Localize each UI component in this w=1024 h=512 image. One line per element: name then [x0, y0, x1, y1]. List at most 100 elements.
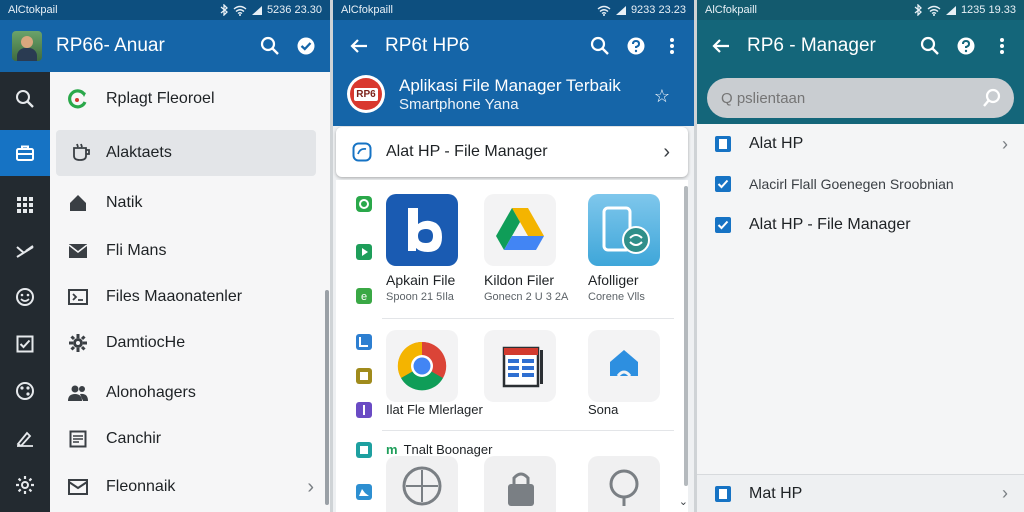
side-icon[interactable] — [354, 482, 374, 502]
mail-icon — [68, 244, 88, 258]
briefcase-icon — [16, 145, 34, 161]
app-tile-drive[interactable] — [484, 194, 556, 266]
arrow-left-icon — [350, 39, 367, 53]
rail-face[interactable] — [0, 274, 50, 320]
drawer-item[interactable]: Fli Mans — [50, 228, 330, 274]
wifi-icon — [597, 5, 611, 16]
side-icon[interactable]: e — [354, 286, 374, 306]
drawer-item-label: Fleonnaik — [106, 478, 176, 495]
list-item-label: Alat HP - File Manager — [749, 216, 911, 233]
drawer-item-label: Canchir — [106, 430, 162, 447]
app-tile-compass[interactable] — [386, 456, 458, 512]
help-button[interactable] — [948, 28, 984, 64]
app-bar: RP6 - Manager — [697, 20, 1024, 72]
rail-briefcase[interactable] — [0, 130, 50, 176]
rail-search[interactable] — [0, 76, 50, 122]
app-tile-phone[interactable] — [588, 194, 660, 266]
app-bar: RP66- Anuar — [0, 20, 330, 72]
side-icon[interactable] — [354, 400, 374, 420]
drawer-item-label: Rplagt Fleoroel — [106, 90, 215, 107]
rail-checkbox[interactable] — [0, 321, 50, 367]
hero-title: Aplikasi File Manager Terbaik — [399, 76, 621, 95]
scrollbar[interactable] — [684, 186, 688, 486]
chevron-right-icon: › — [307, 475, 314, 498]
svg-text:e: e — [361, 291, 367, 303]
app-tile-bag[interactable] — [484, 456, 556, 512]
rail-palette[interactable] — [0, 368, 50, 414]
drawer-item[interactable]: DamtiocHe — [50, 320, 330, 366]
hero-banner: RP6 Aplikasi File Manager Terbaik Smartp… — [333, 72, 694, 126]
app-name: Kildon Filer — [484, 272, 555, 288]
status-bar: AlCfokpaill 9233 23.23 — [333, 0, 694, 20]
signal-icon — [945, 5, 956, 15]
app-sub: Corene Vlls — [588, 291, 645, 303]
home-app-icon — [610, 350, 638, 377]
avatar[interactable] — [12, 31, 42, 61]
app-tile-circle[interactable] — [588, 456, 660, 512]
drawer-item-selected[interactable]: Alaktaets — [56, 130, 316, 176]
more-vert-icon — [1000, 38, 1004, 54]
app-tile-sheet[interactable] — [484, 330, 556, 402]
phone-sync-icon — [602, 206, 650, 254]
drawer-item[interactable]: Alonohagers — [50, 370, 330, 416]
right-phone-panel: AlCfokpaill 1235 19.33 RP6 - Manager Al — [697, 0, 1024, 512]
search-button[interactable] — [252, 28, 288, 64]
rail-shuffle[interactable] — [0, 229, 50, 275]
rail-grid[interactable] — [0, 182, 50, 228]
list-item[interactable]: Alat HP › — [697, 124, 1024, 164]
app-title: RP6t HP6 — [385, 35, 470, 56]
drawer-item-label: Natik — [106, 194, 143, 211]
more-button[interactable] — [984, 28, 1020, 64]
star-icon[interactable]: ☆ — [654, 86, 670, 107]
status-bar: AlCtokpail 5236 23.30 — [0, 0, 330, 20]
list-item[interactable]: Alacirl Flall Goenegen Sroobnian — [697, 164, 1024, 204]
search-icon[interactable] — [982, 88, 1002, 108]
back-button[interactable] — [703, 28, 739, 64]
navigation-rail — [0, 72, 50, 512]
rail-settings[interactable] — [0, 462, 50, 508]
chevron-right-icon: › — [663, 140, 670, 163]
drawer-item[interactable]: Natik — [50, 180, 330, 226]
list-item[interactable]: Mat HP › — [697, 475, 1024, 512]
drawer-item[interactable]: Fleonnaik › — [50, 464, 330, 510]
app-name: Apkain File — [386, 272, 456, 288]
drawer-item[interactable]: Files Maaonatenler — [50, 274, 330, 320]
back-button[interactable] — [341, 28, 377, 64]
check-box-icon — [715, 217, 731, 233]
search-icon — [920, 36, 939, 55]
arrow-left-icon — [712, 39, 729, 53]
app-tile-sona[interactable] — [588, 330, 660, 402]
help-circle-icon — [957, 37, 975, 55]
app-tile-chrome[interactable] — [386, 330, 458, 402]
status-time: 5236 23.30 — [266, 4, 322, 16]
checkbox-icon — [16, 335, 34, 353]
drawer-item[interactable]: Rplagt Fleoroel — [50, 76, 330, 122]
search-button[interactable] — [582, 28, 618, 64]
list-item[interactable]: Alat HP - File Manager — [697, 205, 1024, 245]
chevron-down-icon: ⌄ — [678, 496, 688, 508]
search-button[interactable] — [912, 28, 948, 64]
side-icon[interactable] — [354, 242, 374, 262]
status-bar: AlCfokpaill 1235 19.33 — [697, 0, 1024, 20]
side-icon[interactable] — [354, 366, 374, 386]
rail-edit[interactable] — [0, 415, 50, 461]
search-input[interactable] — [719, 88, 982, 108]
middle-phone-panel: AlCfokpaill 9233 23.23 RP6t HP6 RP6 Apli… — [333, 0, 694, 512]
search-box[interactable] — [707, 78, 1014, 118]
header-card[interactable]: Alat HP - File Manager › — [336, 127, 688, 177]
verified-button[interactable] — [288, 28, 324, 64]
app-title: RP6 - Manager — [747, 35, 876, 56]
side-icon[interactable] — [354, 194, 374, 214]
scrollbar[interactable] — [325, 290, 329, 505]
help-button[interactable] — [618, 28, 654, 64]
drawer-item[interactable]: Canchir — [50, 416, 330, 462]
chevron-right-icon: › — [1002, 483, 1008, 503]
status-carrier: AlCtokpail — [8, 4, 58, 16]
side-icon[interactable] — [354, 440, 374, 460]
app-tile-b[interactable] — [386, 194, 458, 266]
more-vert-icon — [670, 38, 674, 54]
side-icon[interactable] — [354, 332, 374, 352]
more-button[interactable] — [654, 28, 690, 64]
header-card-title: Alat HP - File Manager — [386, 143, 548, 160]
check-circle-icon — [297, 37, 315, 55]
